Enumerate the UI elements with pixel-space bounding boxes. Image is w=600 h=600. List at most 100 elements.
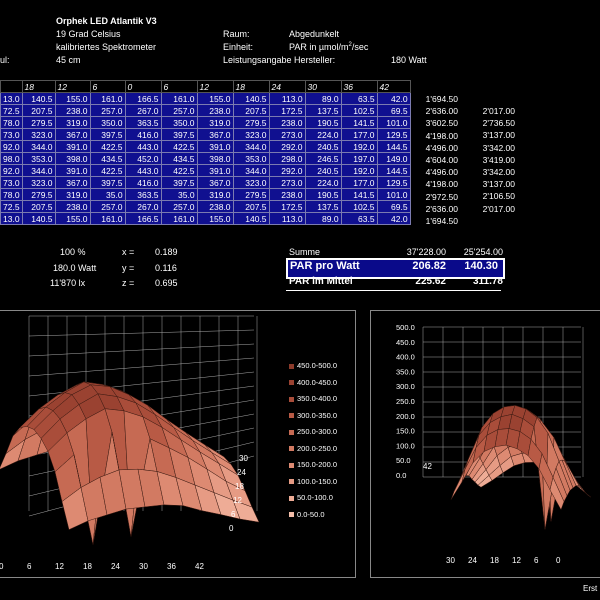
grid-cell: 35.0: [160, 188, 198, 201]
grid-cell: 246.5: [304, 152, 342, 165]
grid-cell: 434.5: [160, 152, 198, 165]
row-sum: 1'694.50: [425, 94, 458, 104]
grid-cell: 140.5: [232, 212, 270, 225]
grid-cell: 350.0: [89, 116, 126, 129]
grid-row: 92.0 344.0 391.0 422.5 443.0 422.5 391.0 344.0 2…: [0, 140, 411, 153]
row-sum-2: 3'342.00: [482, 142, 515, 153]
grid-cell: 172.5: [268, 104, 306, 117]
z-tick-label: 250.0: [396, 397, 415, 406]
y-value: 0.116: [155, 263, 177, 273]
par-grid-table: 18 12 6 0 6 12 18 24 30 36 42 13.0 140.5 155.0 161.0 16…: [0, 80, 411, 225]
leistung-label: Leistungsangabe Hersteller:: [223, 55, 336, 65]
grid-cell: 367.0: [54, 128, 91, 141]
legend-item: 50.0-100.0: [289, 493, 333, 502]
row-sum-2: 3'137.00: [482, 179, 515, 190]
grid-cell: 267.0: [124, 200, 162, 213]
x-tick-label: 12: [512, 556, 521, 565]
legend-label: 250.0-300.0: [297, 427, 338, 436]
modul-label: ul:: [0, 55, 10, 65]
grid-cell: 353.0: [232, 152, 270, 165]
grid-cell: 113.0: [268, 212, 306, 225]
row-sum-2: 2'736.50: [482, 118, 515, 129]
grid-cell: 398.0: [54, 152, 91, 165]
grid-cell: 367.0: [196, 128, 234, 141]
chart-surface-front: 0 6 12 18 24 30 36 42 30 24 18 12 6 0 450.0-500.0 400.…: [0, 310, 356, 578]
grid-cell: 397.5: [89, 128, 126, 141]
grid-cell: 197.0: [340, 152, 378, 165]
grid-cell: 422.5: [89, 140, 126, 153]
x-tick-label: 18: [83, 562, 92, 571]
y-tick-label: 42: [423, 462, 432, 471]
y-tick-label: 24: [237, 468, 246, 477]
grid-row: 72.5 207.5 238.0 257.0 267.0 257.0 238.0 207.5 1…: [0, 200, 411, 213]
grid-cell: 224.0: [304, 176, 342, 189]
grid-cell: 398.0: [196, 152, 234, 165]
grid-cell: 238.0: [196, 104, 234, 117]
grid-cell: 89.0: [304, 212, 342, 225]
watt-value: 180.0 Watt: [53, 263, 97, 273]
row-sum: 4'198.00: [425, 179, 458, 190]
grid-cell: 422.5: [160, 140, 198, 153]
grid-cell: 279.5: [232, 188, 270, 201]
grid-cell: 344.0: [21, 164, 56, 177]
grid-cell: 140.5: [21, 212, 56, 225]
grid-cell: 190.5: [304, 116, 342, 129]
grid-cell: 298.0: [268, 152, 306, 165]
legend-item: 300.0-350.0: [289, 411, 337, 420]
legend-label: 0.0-50.0: [297, 509, 325, 519]
grid-cell: 172.5: [268, 200, 306, 213]
grid-cell: 391.0: [196, 164, 234, 177]
row-sum: 4'496.00: [425, 167, 458, 178]
legend-label: 300.0-350.0: [297, 410, 338, 420]
z-tick-label: 100.0: [396, 441, 415, 450]
x-tick-label: 36: [167, 562, 176, 571]
grid-cell: 102.5: [340, 200, 378, 213]
grid-cell: 416.0: [124, 128, 162, 141]
grid-cell: 416.0: [124, 176, 162, 189]
grid-cell: 363.5: [124, 188, 162, 201]
legend-swatch: [289, 429, 294, 435]
grid-cell: 344.0: [21, 140, 56, 153]
grid-cell: 35.0: [89, 188, 126, 201]
grid-cell: 257.0: [160, 104, 198, 117]
summe-value-1: 37'228.00: [406, 247, 446, 257]
legend-item: 150.0-200.0: [289, 460, 337, 469]
legend-swatch: [289, 363, 294, 369]
x-tick-label: 6: [534, 556, 539, 565]
grid-header-cell: 12: [196, 80, 234, 93]
grid-cell: 353.0: [21, 152, 56, 165]
grid-cell: 323.0: [232, 128, 270, 141]
grid-header-cell: 0: [124, 80, 162, 93]
legend-label: 200.0-250.0: [297, 443, 338, 453]
row-sum: 1'694.50: [425, 215, 458, 226]
grid-cell: 166.5: [124, 212, 162, 225]
grid-cell: 319.0: [196, 188, 234, 201]
y-label: y =: [122, 263, 135, 273]
row-sum-column-2: 2'017.00 2'736.50 3'137.00 3'342.00 3'419.00…: [455, 105, 515, 215]
summe-value-2: 25'254.00: [463, 247, 503, 257]
grid-cell: 240.5: [304, 164, 342, 177]
y-tick-label: 12: [233, 496, 242, 505]
row-sum: 2'972.50: [425, 191, 458, 202]
z-tick-label: 50.0: [396, 456, 411, 465]
grid-row: 78.0 279.5 319.0 35.0 363.5 35.0 319.0 279.5 238…: [0, 188, 411, 201]
surface-facet: [450, 469, 466, 500]
legend-swatch: [289, 413, 294, 419]
grid-cell: 363.5: [124, 116, 162, 129]
grid-cell: 257.0: [89, 200, 126, 213]
z-tick-label: 150.0: [396, 427, 415, 436]
grid-row: 13.0 140.5 155.0 161.0 166.5 161.0 155.0 140.5 1…: [0, 212, 411, 225]
grid-cell: 72.5: [0, 200, 23, 213]
grid-header-cell: 6: [160, 80, 198, 93]
grid-cell: 391.0: [54, 164, 91, 177]
grid-header-cell: [0, 80, 23, 93]
summary-divider: [286, 290, 501, 291]
grid-cell: 155.0: [196, 92, 234, 105]
grid-cell: 238.0: [54, 104, 91, 117]
row-sum-2: 3'342.00: [482, 166, 515, 177]
legend-item: 100.0-150.0: [289, 477, 337, 486]
grid-cell: 73.0: [0, 176, 23, 189]
lux-value: 11'870 lx: [50, 278, 86, 288]
grid-cell: 279.5: [21, 188, 56, 201]
grid-cell: 98.0: [0, 152, 23, 165]
